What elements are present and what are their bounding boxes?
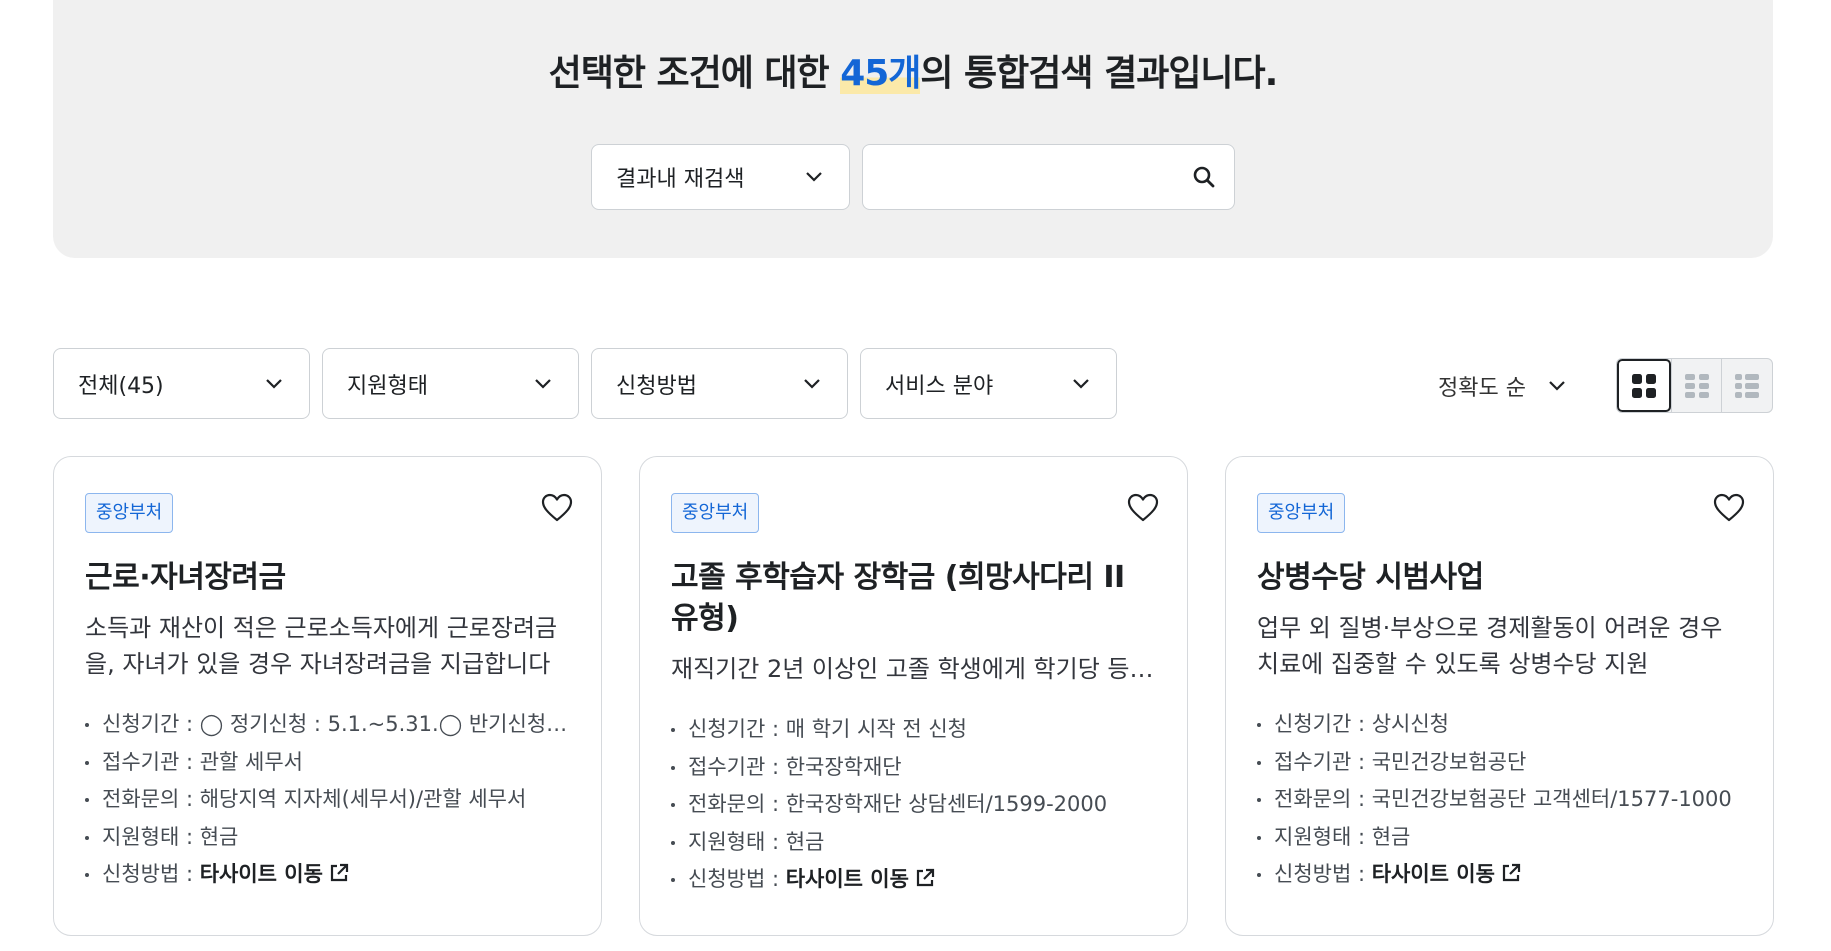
chevron-down-icon (266, 378, 282, 389)
view-list-button[interactable] (1721, 359, 1772, 412)
research-search-input[interactable] (881, 165, 1192, 189)
info-agency: 접수기관 : 한국장학재단 (671, 749, 1157, 787)
card-description: 업무 외 질병·부상으로 경제활동이 어려운 경우 치료에 집중할 수 있도록 … (1257, 614, 1723, 678)
sort-select[interactable]: 정확도 순 (1438, 366, 1566, 406)
favorite-button[interactable] (541, 493, 573, 527)
card-title[interactable]: 상병수당 시범사업 (1257, 557, 1743, 598)
agency-badge: 중앙부처 (85, 493, 174, 533)
summary-suffix: 의 통합검색 결과입니다. (920, 53, 1278, 94)
result-summary: 선택한 조건에 대한 45개의 통합검색 결과입니다. (53, 50, 1773, 98)
external-site-link[interactable]: 타사이트 이동 (1372, 862, 1521, 886)
result-card-list: 중앙부처 근로·자녀장려금 소득과 재산이 적은 근로소득자에게 근로장려금을,… (53, 456, 1774, 936)
filter-support-type-label: 지원형태 (347, 373, 428, 399)
info-apply-period: 신청기간 : 매 학기 시작 전 신청 (671, 711, 1157, 749)
info-apply-method-label: 신청방법 : (1274, 862, 1372, 886)
info-support-type: 지원형태 : 현금 (85, 819, 571, 857)
card-title[interactable]: 근로·자녀장려금 (85, 557, 571, 598)
info-agency: 접수기관 : 관할 세무서 (85, 744, 571, 782)
agency-badge: 중앙부처 (671, 493, 760, 533)
card-description: 소득과 재산이 적은 근로소득자에게 근로장려금을, 자녀가 있을 경우 자녀장… (85, 614, 558, 678)
card-title[interactable]: 고졸 후학습자 장학금 (희망사다리 II 유형) (671, 557, 1157, 639)
info-contact: 전화문의 : 국민건강보험공단 고객센터/1577-1000 (1257, 781, 1743, 819)
view-mode-toggle (1616, 358, 1773, 413)
filter-all[interactable]: 전체(45) (53, 348, 310, 419)
external-link-icon (916, 868, 935, 887)
filter-apply-method[interactable]: 신청방법 (591, 348, 848, 419)
heart-icon (1713, 493, 1745, 522)
view-grid-large-button[interactable] (1617, 359, 1671, 412)
chevron-down-icon (1073, 378, 1089, 389)
search-icon (1193, 166, 1215, 188)
service-card[interactable]: 중앙부처 근로·자녀장려금 소득과 재산이 적은 근로소득자에게 근로장려금을,… (53, 456, 602, 936)
chevron-down-icon (535, 378, 551, 389)
list-icon (1735, 373, 1760, 398)
filter-row: 전체(45) 지원형태 신청방법 서비스 분야 (53, 348, 1117, 419)
result-count: 45개 (840, 53, 921, 94)
info-apply-method: 신청방법 : 타사이트 이동 (671, 861, 1157, 899)
grid-small-icon (1684, 373, 1709, 398)
external-site-link[interactable]: 타사이트 이동 (200, 862, 349, 886)
external-site-link-label: 타사이트 이동 (785, 867, 909, 891)
filter-apply-method-label: 신청방법 (616, 373, 697, 399)
card-info-list: 신청기간 : 상시신청 접수기관 : 국민건강보험공단 전화문의 : 국민건강보… (1257, 706, 1743, 894)
info-support-type: 지원형태 : 현금 (1257, 819, 1743, 857)
info-apply-method-label: 신청방법 : (688, 867, 786, 891)
research-scope-select[interactable]: 결과내 재검색 (591, 144, 850, 210)
chevron-down-icon (804, 378, 820, 389)
view-grid-small-button[interactable] (1670, 359, 1722, 412)
card-info-list: 신청기간 : ◯ 정기신청 : 5.1.~5.31.◯ 반기신청 : 상반기 9… (85, 706, 571, 894)
service-card[interactable]: 중앙부처 상병수당 시범사업 업무 외 질병·부상으로 경제활동이 어려운 경우… (1225, 456, 1774, 936)
favorite-button[interactable] (1713, 493, 1745, 527)
sort-label: 정확도 순 (1438, 376, 1526, 401)
filter-service-area-label: 서비스 분야 (885, 373, 994, 399)
info-agency: 접수기관 : 국민건강보험공단 (1257, 744, 1743, 782)
info-apply-method: 신청방법 : 타사이트 이동 (1257, 856, 1743, 894)
research-search-box (862, 144, 1235, 210)
research-scope-label: 결과내 재검색 (616, 167, 745, 192)
chevron-down-icon (806, 172, 822, 182)
card-info-list: 신청기간 : 매 학기 시작 전 신청 접수기관 : 한국장학재단 전화문의 :… (671, 711, 1157, 899)
external-site-link[interactable]: 타사이트 이동 (786, 867, 935, 891)
service-card[interactable]: 중앙부처 고졸 후학습자 장학금 (희망사다리 II 유형) 재직기간 2년 이… (639, 456, 1188, 936)
grid-large-icon (1631, 373, 1656, 398)
info-apply-period: 신청기간 : 상시신청 (1257, 706, 1743, 744)
heart-icon (1127, 493, 1159, 522)
external-site-link-label: 타사이트 이동 (199, 862, 323, 886)
info-support-type: 지원형태 : 현금 (671, 824, 1157, 862)
info-contact: 전화문의 : 한국장학재단 상담센터/1599-2000 (671, 786, 1157, 824)
info-apply-method-label: 신청방법 : (102, 862, 200, 886)
research-row: 결과내 재검색 (591, 144, 1235, 210)
search-button[interactable] (1192, 165, 1216, 189)
card-description: 재직기간 2년 이상인 고졸 학생에게 학기당 등록금을 지원합니다 (671, 655, 1152, 683)
summary-prefix: 선택한 조건에 대한 (548, 53, 841, 94)
info-apply-method: 신청방법 : 타사이트 이동 (85, 856, 571, 894)
info-apply-period: 신청기간 : ◯ 정기신청 : 5.1.~5.31.◯ 반기신청 : 상반기 9… (85, 706, 571, 744)
favorite-button[interactable] (1127, 493, 1159, 527)
agency-badge: 중앙부처 (1257, 493, 1346, 533)
external-link-icon (330, 863, 349, 882)
filter-service-area[interactable]: 서비스 분야 (860, 348, 1117, 419)
chevron-down-icon (1549, 381, 1565, 391)
heart-icon (541, 493, 573, 522)
external-site-link-label: 타사이트 이동 (1371, 862, 1495, 886)
external-link-icon (1502, 863, 1521, 882)
info-contact: 전화문의 : 해당지역 지자체(세무서)/관할 세무서 (85, 781, 571, 819)
filter-support-type[interactable]: 지원형태 (322, 348, 579, 419)
filter-all-label: 전체(45) (78, 373, 164, 399)
search-summary-panel: 선택한 조건에 대한 45개의 통합검색 결과입니다. 결과내 재검색 (53, 0, 1773, 258)
